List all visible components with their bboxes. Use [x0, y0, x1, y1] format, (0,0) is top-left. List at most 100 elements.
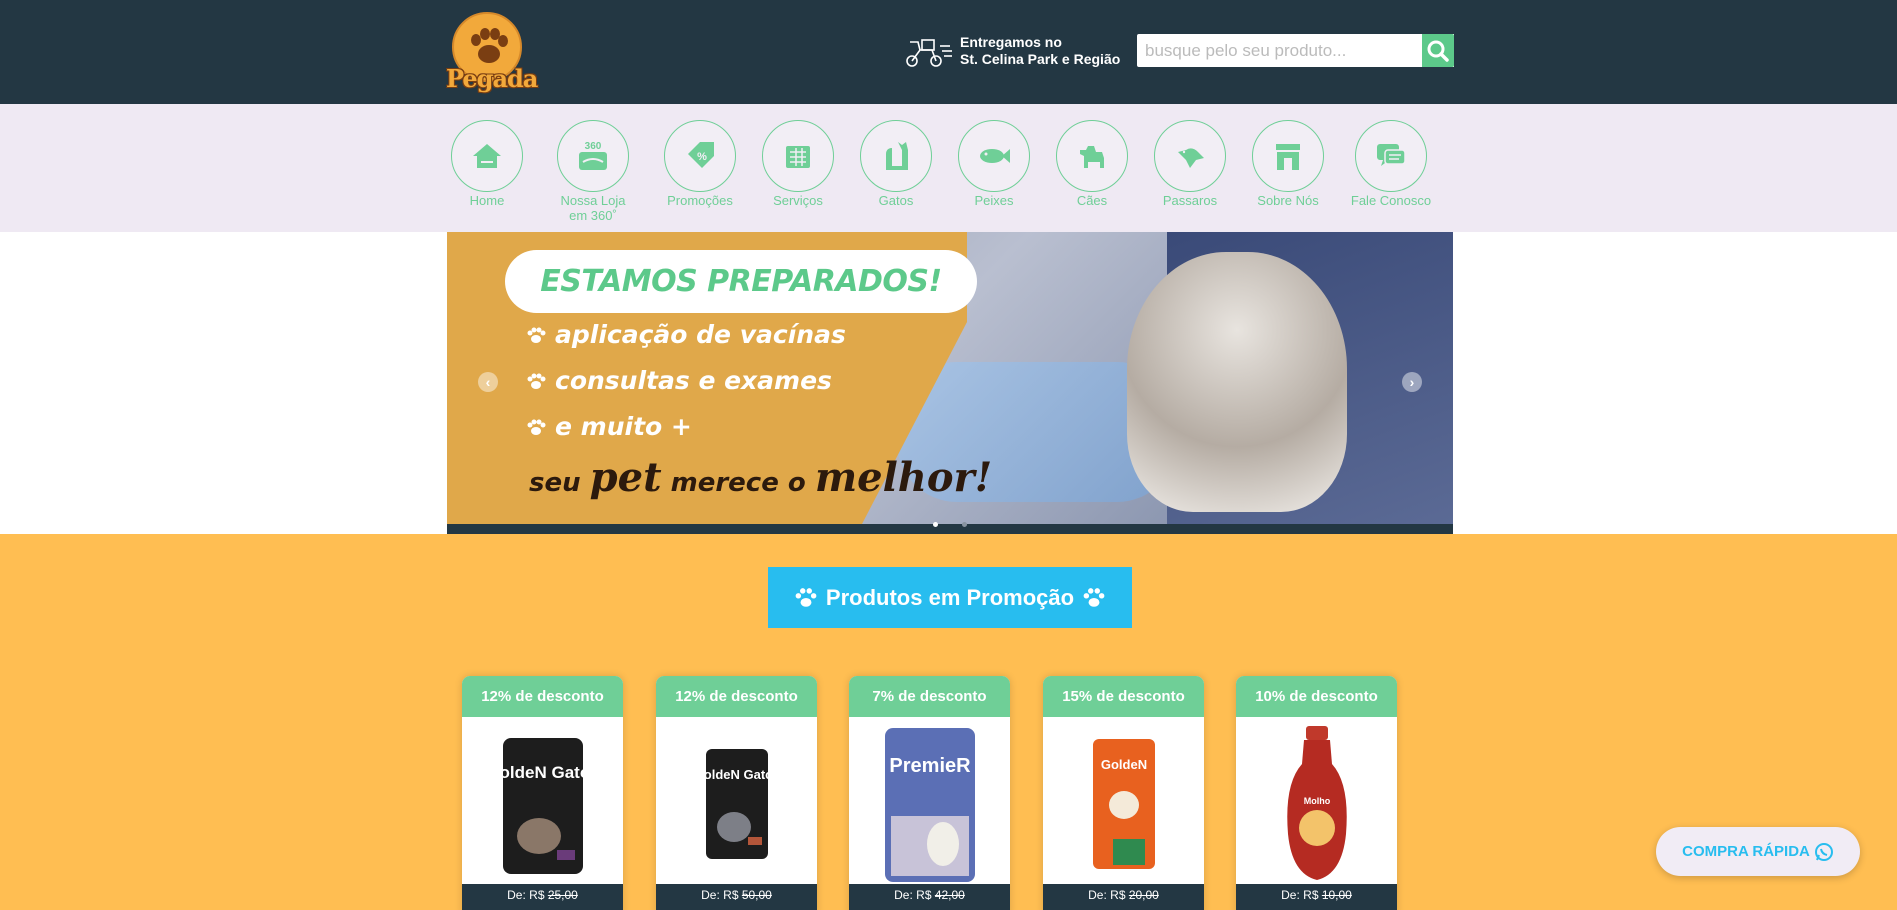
old-price: 10,00	[1321, 888, 1352, 902]
product-card[interactable]: 15% de desconto GoldeN De: R$ 20,00	[1043, 676, 1204, 910]
logo-text: Pegada	[446, 64, 538, 93]
sauce-bottle-icon: Molho	[1286, 726, 1347, 880]
old-price: 50,00	[741, 888, 772, 902]
product-card[interactable]: 12% de desconto GoldeN Gatos De: R$ 25,0…	[462, 676, 623, 910]
price: De: R$ 50,00	[656, 884, 817, 910]
carousel-prev-button[interactable]: ‹	[478, 372, 498, 392]
discount-badge: 12% de desconto	[462, 676, 623, 717]
carousel-dot-active[interactable]	[933, 522, 938, 527]
product-image[interactable]: GoldeN	[1043, 724, 1204, 884]
promo-title: Produtos em Promoção	[768, 567, 1132, 628]
svg-text:GoldeN Gatos: GoldeN Gatos	[501, 763, 585, 782]
discount-badge: 12% de desconto	[656, 676, 817, 717]
search-input[interactable]	[1137, 34, 1454, 67]
house-icon	[473, 144, 501, 168]
svg-text:GoldeN Gatos: GoldeN Gatos	[704, 767, 770, 782]
nav-label: Nossa Loja em 360˚	[560, 193, 626, 223]
banner-headline-pill: ESTAMOS PREPARADOS!	[505, 250, 977, 313]
food-bag-icon: GoldeN	[1092, 739, 1155, 869]
paw-icon	[527, 327, 546, 343]
discount-badge: 7% de desconto	[849, 676, 1010, 717]
price: De: R$ 20,00	[1043, 884, 1204, 910]
nav-item-gatos[interactable]: Gatos	[846, 120, 946, 208]
nav-item-passaros[interactable]: Passaros	[1140, 120, 1240, 208]
nav-item-caes[interactable]: Cães	[1042, 120, 1142, 208]
food-bag-icon: GoldeN Gatos	[501, 738, 585, 874]
nav-item-home[interactable]: Home	[437, 120, 537, 208]
banner-bottom-bar	[447, 524, 1453, 534]
nav-label: Sobre Nós	[1257, 193, 1319, 208]
svg-text:360: 360	[585, 141, 602, 152]
dog-icon	[1080, 146, 1104, 168]
food-bag-icon: GoldeN Gatos	[704, 749, 770, 859]
discount-tag-icon: %	[688, 142, 714, 168]
fish-icon	[980, 149, 1010, 163]
nav-label: Gatos	[878, 193, 914, 208]
store-360-icon: 360	[579, 141, 607, 170]
delivery-line-1: Entregamos no	[960, 34, 1062, 50]
nav-label: Promoções	[667, 193, 733, 208]
old-price: 20,00	[1128, 888, 1159, 902]
paw-icon	[1083, 587, 1105, 607]
quick-buy-label: COMPRA RÁPIDA	[1682, 843, 1810, 860]
search-button[interactable]	[1422, 34, 1454, 67]
svg-text:%: %	[697, 151, 707, 163]
promo-section: Produtos em Promoção 12% de desconto Gol…	[0, 534, 1897, 910]
nav-label: Fale Conosco	[1350, 193, 1432, 208]
delivery-info: Entregamos no St. Celina Park e Região	[900, 32, 1120, 72]
delivery-line-2: St. Celina Park e Região	[960, 51, 1121, 67]
banner-tagline: seu pet merece o melhor!	[529, 454, 993, 501]
whatsapp-icon	[1814, 842, 1833, 861]
nav-item-promocoes[interactable]: % Promoções	[650, 120, 750, 208]
nav-item-store-360[interactable]: 360 Nossa Loja em 360˚	[543, 120, 643, 223]
product-image[interactable]: GoldeN Gatos	[656, 724, 817, 884]
product-image[interactable]: PremieR	[849, 724, 1010, 884]
chat-icon	[1377, 144, 1406, 166]
nav-item-peixes[interactable]: Peixes	[944, 120, 1044, 208]
price: De: R$ 10,00	[1236, 884, 1397, 910]
delivery-text: Entregamos no St. Celina Park e Região	[960, 34, 1120, 68]
site-header: Pegada Entregamos no St. Celina Park e R…	[0, 0, 1897, 104]
product-image[interactable]: GoldeN Gatos	[462, 724, 623, 884]
nav-label: Home	[469, 193, 505, 208]
paw-icon	[795, 587, 817, 607]
price: De: R$ 25,00	[462, 884, 623, 910]
bird-icon	[1178, 148, 1204, 168]
delivery-scooter-icon	[906, 39, 952, 67]
hero-carousel[interactable]: ESTAMOS PREPARADOS! aplicação de vacínas…	[447, 232, 1453, 534]
nav-item-fale-conosco[interactable]: Fale Conosco	[1341, 120, 1441, 208]
nav-item-sobre-nos[interactable]: Sobre Nós	[1238, 120, 1338, 208]
old-price: 25,00	[547, 888, 578, 902]
svg-text:Molho: Molho	[1303, 796, 1330, 806]
svg-text:GoldeN: GoldeN	[1100, 757, 1146, 772]
storefront-icon	[1276, 144, 1300, 170]
product-card[interactable]: 7% de desconto PremieR De: R$ 42,00	[849, 676, 1010, 910]
food-bag-icon: PremieR	[884, 728, 975, 882]
nav-label: Peixes	[974, 193, 1014, 208]
banner-line-1: aplicação de vacínas	[525, 320, 846, 349]
product-card[interactable]: 12% de desconto GoldeN Gatos De: R$ 50,0…	[656, 676, 817, 910]
product-card[interactable]: 10% de desconto Molho De: R$ 10,00	[1236, 676, 1397, 910]
nav-label: Serviços	[773, 193, 823, 208]
product-image[interactable]: Molho	[1236, 724, 1397, 884]
logo[interactable]: Pegada	[446, 12, 538, 94]
paw-icon	[527, 419, 546, 435]
discount-badge: 10% de desconto	[1236, 676, 1397, 717]
price: De: R$ 42,00	[849, 884, 1010, 910]
svg-text:PremieR: PremieR	[889, 755, 971, 777]
old-price: 42,00	[934, 888, 965, 902]
nav-label: Cães	[1076, 193, 1108, 208]
carousel-next-button[interactable]: ›	[1402, 372, 1422, 392]
paw-icon	[527, 373, 546, 389]
nav-item-servicos[interactable]: Serviços	[748, 120, 848, 208]
carousel-dot[interactable]	[962, 522, 967, 527]
services-icon	[786, 146, 810, 168]
discount-badge: 15% de desconto	[1043, 676, 1204, 717]
category-nav: Home 360 Nossa Loja em 360˚ % Promoções …	[0, 104, 1897, 232]
cat-icon	[886, 142, 908, 170]
quick-buy-button[interactable]: COMPRA RÁPIDA	[1656, 827, 1860, 876]
banner-line-2: consultas e exames	[525, 366, 832, 395]
banner-line-3: e muito +	[525, 412, 692, 441]
nav-label: Passaros	[1162, 193, 1218, 208]
promo-title-text: Produtos em Promoção	[825, 584, 1075, 610]
